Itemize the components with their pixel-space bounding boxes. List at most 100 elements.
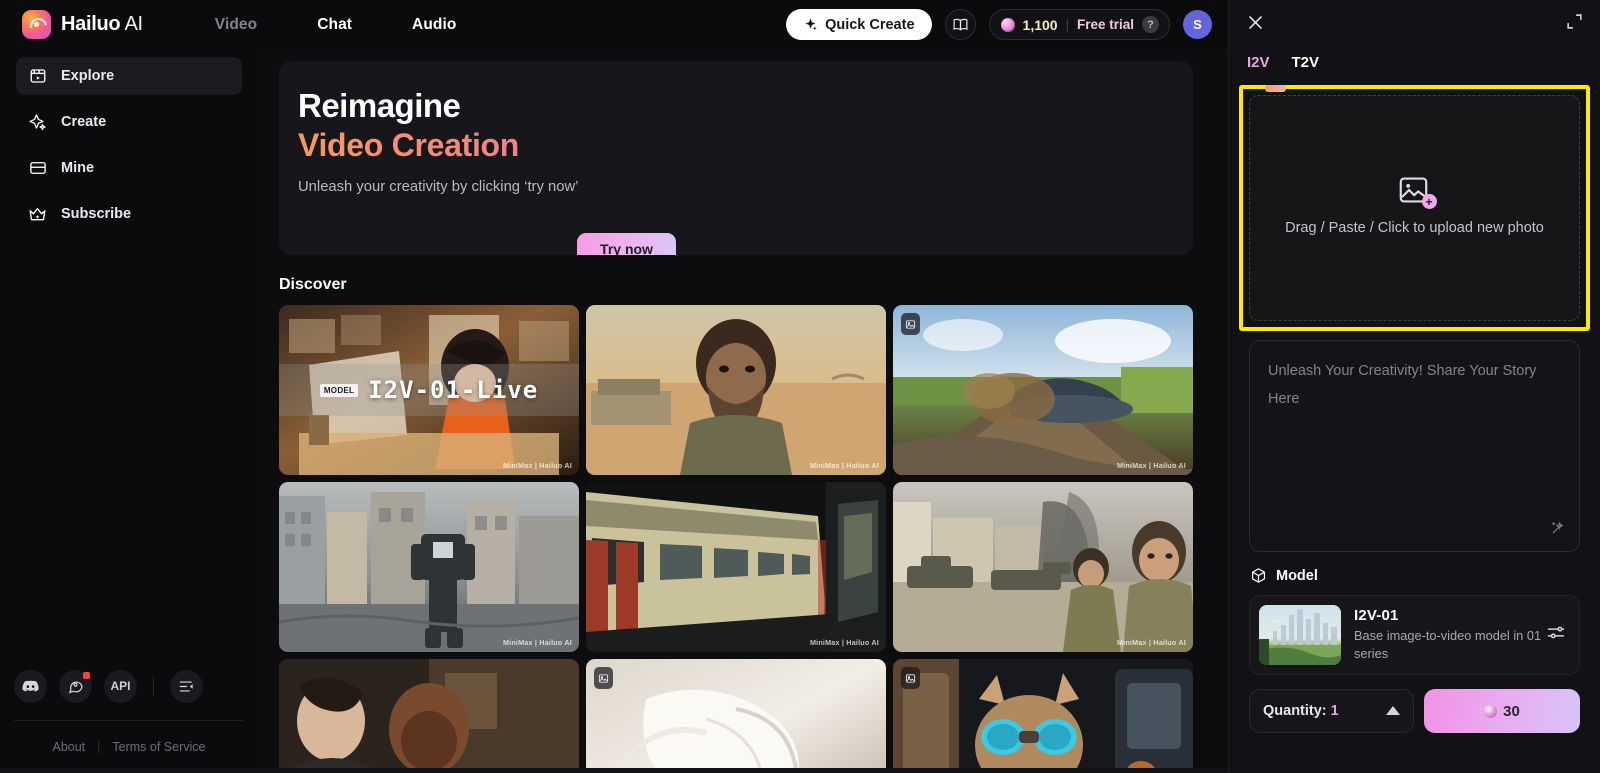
api-link[interactable]: API bbox=[104, 669, 137, 703]
card-artwork bbox=[586, 659, 886, 773]
discover-card[interactable]: MiniMax | Hailuo AI bbox=[279, 482, 579, 652]
image-badge-icon bbox=[594, 667, 613, 689]
horizontal-scrollbar[interactable] bbox=[0, 768, 1228, 773]
brand-name-text: Hailuo bbox=[61, 13, 121, 35]
sidebar-footer-links: About | Terms of Service bbox=[0, 721, 258, 773]
promo-banner: Reimagine Video Creation Unleash your cr… bbox=[279, 61, 1193, 255]
prompt-placeholder: Unleash Your Creativity! Share Your Stor… bbox=[1268, 363, 1537, 408]
folder-icon bbox=[28, 159, 47, 178]
discover-card[interactable]: MODEL I2V-01-Live MiniMax | Hailuo AI bbox=[279, 305, 579, 475]
discover-grid: MODEL I2V-01-Live MiniMax | Hailuo AI Mi… bbox=[279, 305, 1193, 773]
chevron-up-icon[interactable] bbox=[1386, 702, 1400, 720]
model-selector[interactable]: I2V-01 Base image-to-video model in 01 s… bbox=[1249, 595, 1580, 675]
card-artwork bbox=[893, 482, 1193, 652]
image-badge-icon bbox=[901, 313, 920, 335]
credit-gem-icon bbox=[1000, 17, 1015, 32]
discover-heading: Discover bbox=[279, 276, 347, 293]
credit-gem-icon bbox=[1484, 704, 1498, 718]
feedback-icon[interactable] bbox=[59, 669, 92, 703]
expand-icon[interactable] bbox=[1566, 13, 1583, 35]
discover-card[interactable] bbox=[279, 659, 579, 773]
quantity-stepper[interactable]: Quantity: 1 bbox=[1249, 689, 1414, 733]
quantity-label: Quantity: 1 bbox=[1263, 703, 1339, 719]
main-region: Hailuo AI Video Chat Audio Quick Create bbox=[0, 0, 1228, 773]
generation-controls: Quantity: 1 30 bbox=[1229, 675, 1600, 733]
sidebar-item-explore[interactable]: Explore bbox=[16, 57, 242, 95]
generation-panel: I2V T2V + Drag / Paste / Click to upload… bbox=[1228, 0, 1600, 773]
brand-name: Hailuo AI bbox=[61, 13, 143, 36]
hailuo-spiral-icon bbox=[22, 10, 51, 39]
card-overlay-label: MODEL I2V-01-Live bbox=[279, 364, 579, 416]
upload-instruction-text: Drag / Paste / Click to upload new photo bbox=[1285, 220, 1544, 237]
tab-t2v[interactable]: T2V bbox=[1292, 54, 1320, 71]
help-icon[interactable]: ? bbox=[1142, 16, 1159, 33]
about-link[interactable]: About bbox=[52, 740, 85, 754]
watermark: MiniMax | Hailuo AI bbox=[1116, 461, 1186, 470]
nav-tab-chat[interactable]: Chat bbox=[287, 10, 382, 40]
watermark: MiniMax | Hailuo AI bbox=[1116, 638, 1186, 647]
body-row: Explore Create Mine Subscribe API About … bbox=[0, 49, 1228, 773]
model-thumbnail bbox=[1259, 605, 1341, 665]
book-icon bbox=[953, 18, 968, 31]
discover-card[interactable]: MiniMax | Hailuo AI bbox=[893, 482, 1193, 652]
header-actions: Quick Create 1,100 | Free trial ? S bbox=[786, 0, 1212, 49]
guide-book-button[interactable] bbox=[944, 9, 976, 40]
generate-button[interactable]: 30 bbox=[1424, 689, 1580, 733]
add-plus-icon: + bbox=[1421, 194, 1437, 210]
discover-card[interactable]: MiniMax | Hailuo AI bbox=[586, 305, 886, 475]
terms-link[interactable]: Terms of Service bbox=[112, 740, 205, 754]
sparkle-icon bbox=[28, 113, 47, 132]
discover-card[interactable] bbox=[893, 659, 1193, 773]
card-model-tag: MODEL bbox=[319, 383, 359, 397]
sidebar-social-row: API bbox=[0, 658, 258, 714]
magic-wand-icon[interactable] bbox=[1550, 520, 1566, 541]
nav-tab-video[interactable]: Video bbox=[185, 10, 287, 40]
nav-tab-audio[interactable]: Audio bbox=[382, 10, 486, 40]
sidebar-item-mine[interactable]: Mine bbox=[16, 149, 242, 187]
watermark: MiniMax | Hailuo AI bbox=[809, 461, 879, 470]
avatar[interactable]: S bbox=[1183, 10, 1212, 39]
panel-mode-tabs: I2V T2V bbox=[1229, 46, 1600, 71]
uploaded-thumb-peek bbox=[1265, 85, 1286, 92]
card-artwork bbox=[586, 305, 886, 475]
card-overlay-text: I2V-01-Live bbox=[368, 376, 539, 404]
collapse-sidebar-icon[interactable] bbox=[170, 669, 203, 703]
discord-icon[interactable] bbox=[14, 669, 47, 703]
sliders-icon[interactable] bbox=[1546, 623, 1566, 648]
explore-icon bbox=[28, 67, 47, 86]
quick-create-button[interactable]: Quick Create bbox=[786, 9, 932, 40]
credits-value: 1,100 bbox=[1022, 16, 1058, 33]
sidebar-footer: API About | Terms of Service bbox=[0, 658, 258, 773]
discover-card[interactable]: MiniMax | Hailuo AI bbox=[586, 482, 886, 652]
card-artwork bbox=[586, 482, 886, 652]
divider bbox=[153, 677, 154, 695]
model-description: Base image-to-video model in 01 series bbox=[1354, 627, 1542, 661]
image-upload-dropzone[interactable]: + Drag / Paste / Click to upload new pho… bbox=[1249, 95, 1580, 321]
card-artwork bbox=[893, 305, 1193, 475]
banner-description: Unleash your creativity by clicking ‘try… bbox=[298, 178, 579, 195]
panel-header bbox=[1229, 0, 1600, 46]
brand-logo[interactable]: Hailuo AI bbox=[0, 10, 143, 39]
prompt-input[interactable]: Unleash Your Creativity! Share Your Stor… bbox=[1249, 340, 1580, 552]
sidebar-item-label: Explore bbox=[61, 68, 115, 84]
discover-card[interactable]: MiniMax | Hailuo AI bbox=[893, 305, 1193, 475]
cube-icon bbox=[1249, 566, 1268, 585]
try-now-button[interactable]: Try now bbox=[577, 233, 676, 255]
sidebar-item-create[interactable]: Create bbox=[16, 103, 242, 141]
card-artwork bbox=[279, 659, 579, 773]
sidebar-item-subscribe[interactable]: Subscribe bbox=[16, 195, 242, 233]
sidebar-item-label: Mine bbox=[61, 160, 95, 176]
card-artwork bbox=[279, 482, 579, 652]
close-icon[interactable] bbox=[1246, 13, 1265, 37]
main-content: Reimagine Video Creation Unleash your cr… bbox=[258, 49, 1228, 773]
tab-i2v[interactable]: I2V bbox=[1247, 54, 1270, 71]
top-header: Hailuo AI Video Chat Audio Quick Create bbox=[0, 0, 1228, 49]
discover-card[interactable] bbox=[586, 659, 886, 773]
sparkle-icon bbox=[805, 18, 817, 31]
watermark: MiniMax | Hailuo AI bbox=[502, 461, 572, 470]
sidebar-item-label: Create bbox=[61, 114, 107, 130]
model-name: I2V-01 bbox=[1354, 606, 1399, 624]
brand-suffix-text: AI bbox=[120, 13, 143, 35]
credits-pill[interactable]: 1,100 | Free trial ? bbox=[988, 9, 1170, 40]
primary-nav: Video Chat Audio bbox=[185, 10, 487, 40]
